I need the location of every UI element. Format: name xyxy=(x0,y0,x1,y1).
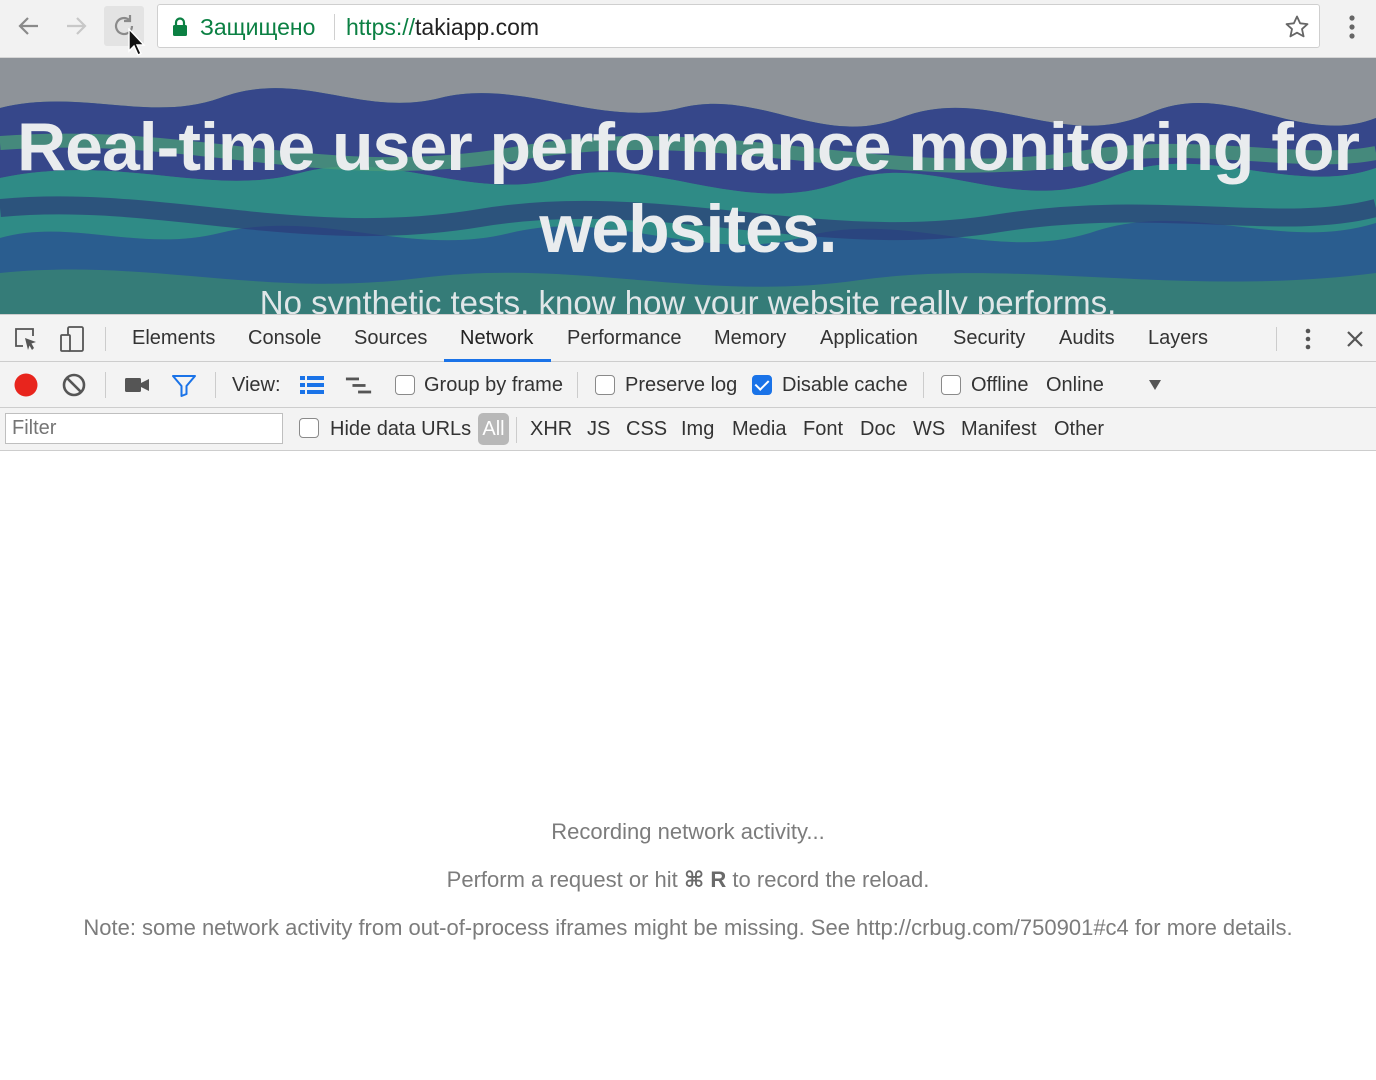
star-icon[interactable] xyxy=(1284,14,1310,40)
menu-dots-icon xyxy=(1349,15,1355,39)
reload-hint: Perform a request or hit ⌘ R to record t… xyxy=(0,867,1376,893)
type-filter-xhr[interactable]: XHR xyxy=(530,418,572,441)
filter-divider xyxy=(516,417,517,443)
omnibox-divider xyxy=(334,14,335,40)
overview-view-button[interactable] xyxy=(345,371,373,399)
menu-dots-icon xyxy=(1305,328,1311,350)
tab-elements[interactable]: Elements xyxy=(132,327,215,350)
view-label: View: xyxy=(232,374,281,396)
inspect-icon xyxy=(15,328,36,350)
record-button[interactable] xyxy=(12,371,40,399)
type-filter-doc[interactable]: Doc xyxy=(860,418,896,441)
network-filter-bar: Hide data URLs All XHR JS CSS Img Media … xyxy=(0,408,1376,451)
mouse-cursor-icon xyxy=(128,28,146,56)
security-label: Защищено xyxy=(200,14,316,40)
back-arrow-icon xyxy=(18,17,38,35)
forward-arrow-icon xyxy=(67,17,87,35)
capture-screenshots-button[interactable] xyxy=(123,371,151,399)
filter-toggle-button[interactable] xyxy=(170,371,198,399)
toolbar-divider xyxy=(577,372,578,398)
screenshot-camera-icon xyxy=(125,378,149,392)
tab-strip-divider-right xyxy=(1276,327,1277,351)
filter-input[interactable] xyxy=(5,413,283,444)
network-toolbar: View: Group by frame Preserve log Disabl… xyxy=(0,362,1376,408)
tab-layers[interactable]: Layers xyxy=(1148,327,1208,350)
devtools-panel: Elements Console Sources Network Perform… xyxy=(0,314,1376,1080)
recording-message: Recording network activity... xyxy=(551,819,825,844)
address-bar[interactable]: Защищено https://takiapp.com xyxy=(157,4,1320,48)
reload-hint-after: to record the reload. xyxy=(726,867,930,892)
tab-memory[interactable]: Memory xyxy=(714,327,786,350)
type-filter-font[interactable]: Font xyxy=(803,418,843,441)
tab-audits[interactable]: Audits xyxy=(1059,327,1115,350)
url-scheme: https:// xyxy=(346,14,416,40)
group-by-frame-checkbox[interactable] xyxy=(395,375,415,395)
toolbar-divider xyxy=(923,372,924,398)
disable-cache-checkbox[interactable] xyxy=(752,375,772,395)
devtools-menu-button[interactable] xyxy=(1294,325,1322,353)
dropdown-arrow-icon[interactable] xyxy=(1148,379,1162,391)
offline-label[interactable]: Offline xyxy=(971,374,1028,397)
toolbar-divider xyxy=(105,372,106,398)
tab-console[interactable]: Console xyxy=(248,327,321,350)
clear-button[interactable] xyxy=(60,371,88,399)
devtools-close-button[interactable] xyxy=(1341,325,1369,353)
offline-checkbox[interactable] xyxy=(941,375,961,395)
lock-icon xyxy=(173,17,187,36)
browser-menu-button[interactable] xyxy=(1340,10,1364,44)
type-filter-other[interactable]: Other xyxy=(1054,418,1104,441)
type-filter-js[interactable]: JS xyxy=(587,418,610,441)
reload-shortcut: ⌘ R xyxy=(683,867,727,892)
url-text[interactable]: https://takiapp.com xyxy=(346,14,539,41)
tab-security[interactable]: Security xyxy=(953,327,1025,350)
reload-hint-before: Perform a request or hit xyxy=(446,867,684,892)
hide-data-urls-checkbox[interactable] xyxy=(299,418,319,438)
close-icon xyxy=(1347,331,1363,347)
iframe-note: Note: some network activity from out-of-… xyxy=(83,915,1293,940)
type-filter-manifest[interactable]: Manifest xyxy=(961,418,1037,441)
type-filter-ws[interactable]: WS xyxy=(913,418,945,441)
page-hero: Real-time user performance monitoring fo… xyxy=(0,58,1376,314)
hero-title: Real-time user performance monitoring fo… xyxy=(0,106,1376,270)
group-by-frame-label[interactable]: Group by frame xyxy=(424,374,563,397)
url-host: takiapp.com xyxy=(415,14,540,40)
tab-strip-divider xyxy=(105,327,106,351)
large-rows-view-button[interactable] xyxy=(298,371,326,399)
type-filter-css[interactable]: CSS xyxy=(626,418,667,441)
preserve-log-checkbox[interactable] xyxy=(595,375,615,395)
tab-performance[interactable]: Performance xyxy=(567,327,682,350)
list-view-icon xyxy=(300,376,324,394)
devtools-tab-strip: Elements Console Sources Network Perform… xyxy=(0,314,1376,362)
preserve-log-label[interactable]: Preserve log xyxy=(625,374,737,397)
hero-title-line1: Real-time user performance monitoring fo… xyxy=(17,109,1360,185)
type-filter-img[interactable]: Img xyxy=(681,418,714,441)
tab-application[interactable]: Application xyxy=(820,327,918,350)
throttling-select[interactable]: Online xyxy=(1046,374,1104,397)
hero-subtitle: No synthetic tests, know how your websit… xyxy=(259,284,1117,314)
record-icon xyxy=(14,373,38,397)
browser-toolbar: Защищено https://takiapp.com xyxy=(0,0,1376,58)
disable-cache-label[interactable]: Disable cache xyxy=(782,374,908,397)
toolbar-divider xyxy=(215,372,216,398)
hero-title-line2: websites. xyxy=(539,191,837,267)
hide-data-urls-label[interactable]: Hide data URLs xyxy=(330,418,471,441)
waterfall-view-icon xyxy=(345,377,372,394)
clear-icon xyxy=(62,373,86,397)
filter-funnel-icon xyxy=(172,375,196,397)
forward-button[interactable] xyxy=(56,6,96,46)
tab-network[interactable]: Network xyxy=(460,327,533,350)
type-filter-all[interactable]: All xyxy=(478,413,509,445)
device-toggle-icon xyxy=(60,326,84,352)
device-toolbar-button[interactable] xyxy=(58,325,86,353)
inspect-element-button[interactable] xyxy=(12,325,40,353)
back-button[interactable] xyxy=(9,6,49,46)
tab-sources[interactable]: Sources xyxy=(354,327,427,350)
type-filter-media[interactable]: Media xyxy=(732,418,786,441)
